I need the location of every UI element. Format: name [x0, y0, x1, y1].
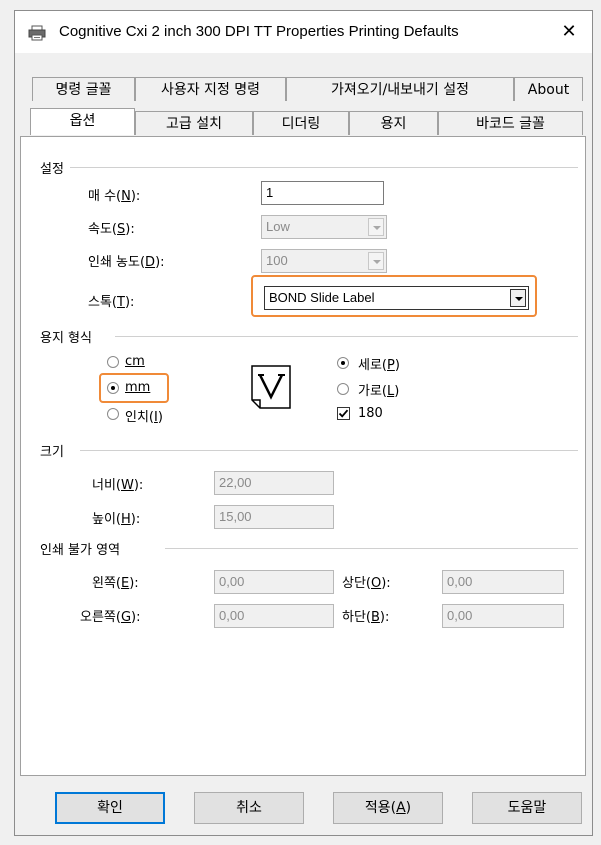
portrait-radio[interactable]	[337, 357, 349, 369]
title-bar: Cognitive Cxi 2 inch 300 DPI TT Properti…	[15, 11, 592, 53]
stock-select[interactable]: BOND Slide Label	[264, 286, 529, 310]
tab-dithering[interactable]: 디더링	[253, 111, 349, 135]
unit-cm-radio[interactable]	[107, 356, 119, 368]
tab-custom-command[interactable]: 사용자 지정 명령	[135, 77, 286, 101]
tab-import-export[interactable]: 가져오기/내보내기 설정	[286, 77, 514, 101]
landscape-label: 가로(L)	[358, 384, 400, 399]
window-title: Cognitive Cxi 2 inch 300 DPI TT Properti…	[59, 23, 459, 40]
left-margin-label: 왼쪽(E):	[92, 576, 139, 591]
unit-mm-label: mm	[125, 380, 151, 395]
help-button[interactable]: 도움말	[472, 792, 582, 824]
group-title-unprintable-area: 인쇄 불가 영역	[40, 539, 125, 558]
group-divider	[115, 336, 578, 337]
close-icon[interactable]: ✕	[546, 11, 592, 53]
landscape-radio[interactable]	[337, 383, 349, 395]
properties-window: Cognitive Cxi 2 inch 300 DPI TT Properti…	[14, 10, 593, 836]
ok-button[interactable]: 확인	[55, 792, 165, 824]
width-input: 22,00	[214, 471, 334, 495]
unit-inch-radio[interactable]	[107, 408, 119, 420]
tab-about[interactable]: About	[514, 77, 583, 101]
unit-cm-label: cm	[125, 354, 145, 369]
rotate-180-label: 180	[358, 406, 383, 421]
tab-advanced-setup[interactable]: 고급 설치	[135, 111, 253, 135]
group-divider	[165, 548, 578, 549]
right-margin-input: 0,00	[214, 604, 334, 628]
tab-paper[interactable]: 용지	[349, 111, 438, 135]
portrait-label: 세로(P)	[358, 358, 400, 373]
dropdown-arrow-icon	[368, 252, 384, 270]
tab-barcode-font[interactable]: 바코드 글꼴	[438, 111, 583, 135]
right-margin-label: 오른쪽(G):	[80, 610, 141, 625]
apply-button[interactable]: 적용(A)	[333, 792, 443, 824]
copies-input[interactable]: 1	[261, 181, 384, 205]
dialog-client: 명령 글꼴 사용자 지정 명령 가져오기/내보내기 설정 About 옵션 고급…	[15, 53, 592, 835]
height-input: 15,00	[214, 505, 334, 529]
darkness-select: 100	[261, 249, 387, 273]
dropdown-arrow-icon	[368, 218, 384, 236]
left-margin-input: 0,00	[214, 570, 334, 594]
group-title-size: 크기	[40, 441, 68, 460]
copies-label: 매 수(N):	[88, 189, 141, 204]
speed-select: Low	[261, 215, 387, 239]
group-divider	[80, 450, 578, 451]
darkness-label: 인쇄 농도(D):	[88, 255, 165, 270]
top-margin-input: 0,00	[442, 570, 564, 594]
group-divider	[70, 167, 578, 168]
unit-mm-radio[interactable]	[107, 382, 119, 394]
portrait-paper-icon	[251, 365, 291, 409]
rotate-180-checkbox[interactable]	[337, 407, 350, 420]
width-label: 너비(W):	[92, 478, 144, 493]
cancel-button[interactable]: 취소	[194, 792, 304, 824]
speed-label: 속도(S):	[88, 222, 135, 237]
dropdown-arrow-icon[interactable]	[510, 289, 526, 307]
tab-options[interactable]: 옵션	[30, 108, 135, 135]
bottom-margin-label: 하단(B):	[342, 610, 390, 625]
group-title-settings: 설정	[40, 158, 68, 177]
unit-inch-label: 인치(I)	[125, 410, 163, 425]
printer-icon	[28, 25, 46, 41]
group-title-paper-format: 용지 형식	[40, 327, 96, 346]
height-label: 높이(H):	[92, 512, 141, 527]
bottom-margin-input: 0,00	[442, 604, 564, 628]
stock-label: 스톡(T):	[88, 295, 135, 310]
check-icon	[338, 409, 349, 418]
tab-command-font[interactable]: 명령 글꼴	[32, 77, 135, 101]
top-margin-label: 상단(O):	[342, 576, 391, 591]
